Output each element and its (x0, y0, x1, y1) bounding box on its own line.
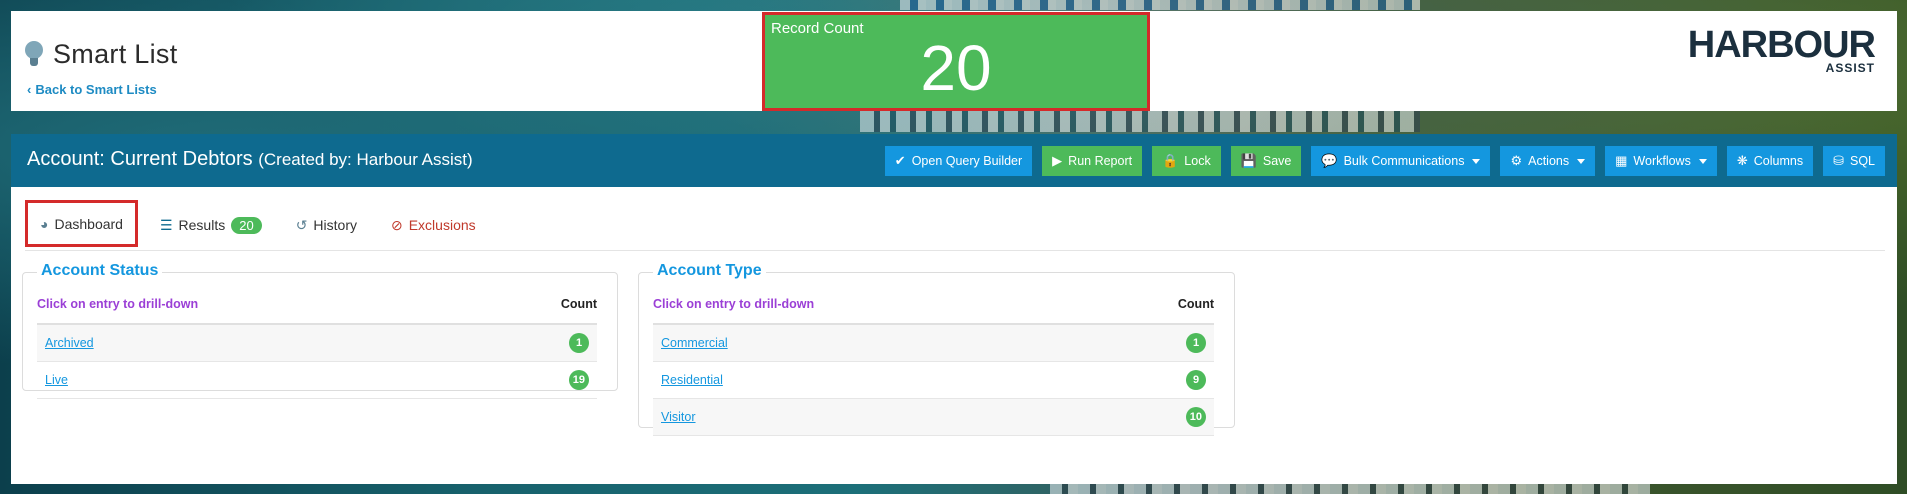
account-status-title: Account Status (37, 262, 163, 280)
lightbulb-icon (25, 40, 43, 69)
title-row: Smart List (25, 39, 178, 70)
account-type-card: Account Type Click on entry to drill-dow… (638, 262, 1235, 436)
background-docks (900, 0, 1420, 10)
record-count-tile: Record Count 20 (762, 12, 1150, 111)
tab-dashboard[interactable]: ◕ Dashboard (25, 200, 138, 247)
list-item: Visitor 10 (653, 399, 1214, 436)
chat-bubbles-icon: 💬 (1321, 153, 1338, 168)
count-badge: 9 (1186, 370, 1206, 390)
background-marina (860, 108, 1420, 132)
check-icon: ✔ (894, 153, 906, 168)
back-to-smart-lists-link[interactable]: ‹ Back to Smart Lists (27, 82, 157, 97)
workflows-button[interactable]: ▦ Workflows (1605, 146, 1717, 176)
record-count-value: 20 (920, 32, 992, 104)
actions-button[interactable]: ⚙ Actions (1500, 146, 1596, 176)
caret-down-icon (1472, 158, 1481, 164)
open-query-builder-button[interactable]: ✔ Open Query Builder (884, 146, 1033, 176)
run-report-button[interactable]: ▶ Run Report (1042, 146, 1143, 176)
tab-bar: ◕ Dashboard ☰ Results 20 ↺ History ⊘ Exc… (25, 200, 498, 247)
tab-dashboard-label: Dashboard (54, 215, 123, 232)
chevron-left-icon: ‹ (27, 82, 32, 97)
account-status-header: Click on entry to drill-down Count (37, 297, 597, 323)
list-item: Residential 9 (653, 362, 1214, 399)
account-status-card: Account Status Click on entry to drill-d… (22, 262, 618, 399)
count-column-header: Count (1177, 297, 1214, 311)
list-name: Account: Current Debtors (27, 148, 253, 170)
sitemap-icon: ▦ (1615, 153, 1628, 168)
caret-down-icon (1698, 158, 1707, 164)
count-badge: 1 (1186, 333, 1206, 353)
run-report-label: Run Report (1068, 154, 1133, 168)
tab-exclusions[interactable]: ⊘ Exclusions (379, 207, 488, 243)
sql-button[interactable]: ⛁ SQL (1823, 146, 1885, 176)
lock-button[interactable]: 🔒 Lock (1152, 146, 1221, 176)
lock-label: Lock (1184, 154, 1211, 168)
history-icon: ↺ (295, 216, 308, 233)
back-link-label: Back to Smart Lists (35, 82, 157, 97)
list-item: Archived 1 (37, 325, 597, 362)
account-type-link-commercial[interactable]: Commercial (661, 336, 728, 350)
account-type-title: Account Type (653, 262, 766, 280)
results-count-badge: 20 (231, 216, 262, 234)
count-badge: 1 (569, 333, 589, 353)
page-title: Smart List (53, 39, 178, 69)
open-query-builder-label: Open Query Builder (911, 154, 1023, 168)
list-icon: ☰ (159, 216, 173, 233)
account-status-rows: Archived 1 Live 19 (37, 323, 597, 399)
list-item: Commercial 1 (653, 325, 1214, 362)
play-icon: ▶ (1052, 153, 1063, 168)
count-badge: 19 (568, 370, 589, 390)
logo-main-text: HARBOUR (1687, 24, 1876, 66)
account-type-link-visitor[interactable]: Visitor (661, 410, 696, 424)
account-status-link-live[interactable]: Live (45, 373, 68, 387)
gauge-icon: ◕ (40, 215, 49, 232)
tab-exclusions-label: Exclusions (408, 217, 476, 233)
tab-history-label: History (313, 217, 357, 233)
bulk-communications-label: Bulk Communications (1343, 154, 1465, 168)
lock-icon: 🔒 (1162, 153, 1179, 168)
caret-down-icon (1577, 158, 1586, 164)
actions-icon: ⚙ (1510, 153, 1523, 168)
account-type-header: Click on entry to drill-down Count (653, 297, 1214, 323)
count-badge: 10 (1185, 407, 1206, 427)
smart-list-panel: Account: Current Debtors (Created by: Ha… (11, 134, 1897, 484)
panel-title: Account: Current Debtors (Created by: Ha… (27, 148, 473, 171)
panel-title-bar: Account: Current Debtors (Created by: Ha… (11, 134, 1897, 187)
count-column-header: Count (560, 297, 597, 311)
account-type-link-residential[interactable]: Residential (661, 373, 723, 387)
workflows-label: Workflows (1633, 154, 1691, 168)
tab-results[interactable]: ☰ Results 20 (148, 207, 274, 243)
created-by: (Created by: Harbour Assist) (258, 150, 473, 169)
save-button[interactable]: 💾 Save (1230, 146, 1302, 176)
tab-results-label: Results (178, 217, 226, 233)
harbour-assist-logo: HARBOUR ASSIST (1687, 24, 1876, 75)
drill-down-hint: Click on entry to drill-down (37, 297, 199, 311)
ban-icon: ⊘ (390, 216, 403, 233)
database-icon: ⛁ (1833, 153, 1844, 168)
tab-history[interactable]: ↺ History (284, 207, 369, 243)
list-item: Live 19 (37, 362, 597, 399)
account-type-rows: Commercial 1 Residential 9 Visitor 10 (653, 323, 1214, 436)
sql-label: SQL (1849, 154, 1875, 168)
bulk-communications-button[interactable]: 💬 Bulk Communications (1311, 146, 1491, 176)
columns-label: Columns (1753, 154, 1804, 168)
actions-label: Actions (1528, 154, 1570, 168)
save-label: Save (1262, 154, 1292, 168)
background-marina-bottom (1050, 484, 1650, 494)
drill-down-hint: Click on entry to drill-down (653, 297, 815, 311)
gear-icon: ❋ (1736, 153, 1748, 168)
account-status-link-archived[interactable]: Archived (45, 336, 94, 350)
tab-divider (25, 250, 1885, 251)
toolbar: ✔ Open Query Builder ▶ Run Report 🔒 Lock… (884, 146, 1885, 176)
floppy-disk-icon: 💾 (1240, 153, 1257, 168)
columns-button[interactable]: ❋ Columns (1726, 146, 1814, 176)
